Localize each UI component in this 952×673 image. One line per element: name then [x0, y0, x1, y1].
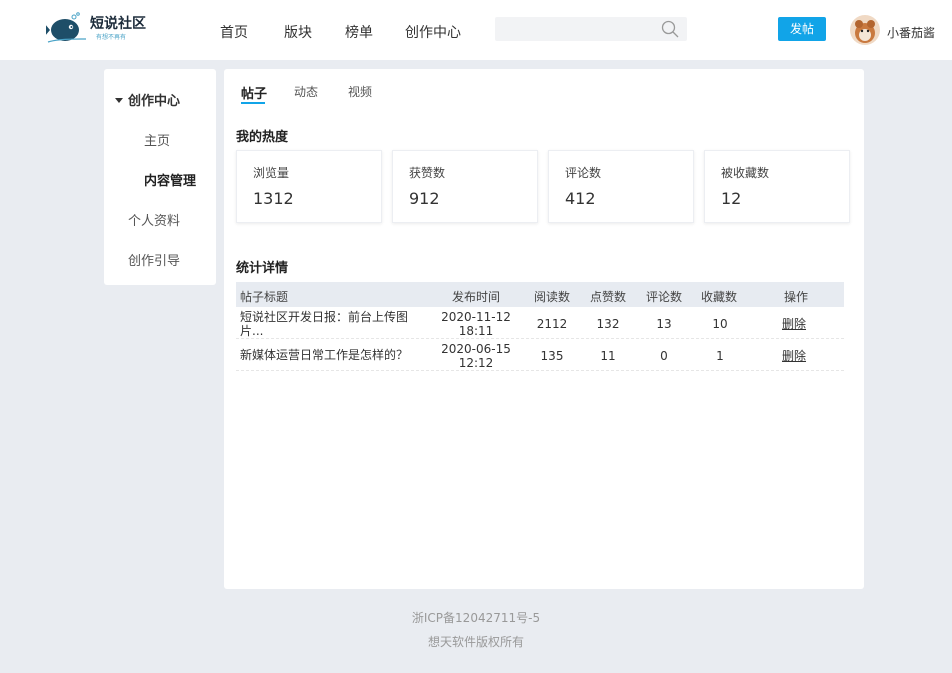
detail-section-title: 统计详情 [236, 261, 289, 276]
nav-creator-center[interactable]: 创作中心 [405, 22, 461, 42]
search-icon[interactable] [661, 20, 679, 38]
heat-section-title: 我的热度 [236, 130, 289, 145]
main-panel: 帖子 动态 视频 我的热度 浏览量 1312 获赞数 912 评论数 412 被… [224, 69, 864, 589]
nav-boards[interactable]: 版块 [284, 22, 312, 42]
column-header: 发布时间 [452, 290, 501, 304]
nav-rankings[interactable]: 榜单 [345, 22, 373, 42]
comment-count: 0 [660, 349, 668, 363]
footer-copyright: 想天软件版权所有 [427, 635, 524, 649]
table-row: 新媒体运营日常工作是怎样的？ 2020-06-15 12:12 135 11 0 … [236, 339, 844, 371]
search-input[interactable] [495, 17, 687, 41]
favorite-count: 10 [712, 317, 728, 331]
stat-card-comments: 评论数 412 [548, 150, 694, 223]
caret-down-icon [115, 98, 123, 103]
comment-count: 13 [656, 317, 672, 331]
post-button[interactable]: 发帖 [778, 17, 826, 41]
sidebar-group-creator-center[interactable]: 创作中心 [115, 90, 180, 109]
stat-value: 1312 [253, 189, 294, 208]
top-header: 短说社区 有想不再有 首页 版块 榜单 创作中心 发帖 小番茄酱 [0, 0, 952, 60]
logo-text: 短说社区 [90, 16, 146, 32]
column-header: 评论数 [646, 290, 683, 304]
column-header: 帖子标题 [240, 290, 289, 304]
read-count: 2112 [536, 317, 568, 331]
avatar[interactable] [850, 15, 880, 45]
column-header: 阅读数 [534, 290, 571, 304]
tab-videos[interactable]: 视频 [348, 83, 372, 100]
table-row: 短说社区开发日报：前台上传图片... 2020-11-12 18:11 2112 … [236, 307, 844, 339]
nav-home[interactable]: 首页 [220, 22, 248, 42]
creator-sidebar: 创作中心 主页 内容管理 个人资料 创作引导 [104, 69, 216, 285]
post-date: 2020-06-15 12:12 [440, 342, 512, 370]
favorite-count: 1 [716, 349, 724, 363]
sidebar-item-content-management[interactable]: 内容管理 [144, 170, 196, 189]
sidebar-group-label: 创作中心 [128, 94, 181, 109]
stat-label: 浏览量 [253, 166, 290, 180]
footer-icp[interactable]: 浙ICP备12042711号-5 [0, 609, 952, 626]
date-text: 2020-11-12 [441, 310, 511, 324]
sidebar-item-home[interactable]: 主页 [144, 130, 170, 149]
sidebar-item-creator-guide[interactable]: 创作引导 [128, 250, 180, 269]
date-text: 2020-06-15 [441, 342, 511, 356]
column-header: 点赞数 [590, 290, 627, 304]
tab-active-indicator [241, 102, 265, 104]
stat-card-favorites: 被收藏数 12 [704, 150, 850, 223]
like-count: 132 [596, 317, 620, 331]
avatar-image [850, 15, 880, 45]
stat-value: 12 [721, 189, 742, 208]
stat-label: 获赞数 [409, 166, 446, 180]
stat-value: 412 [565, 189, 596, 208]
tab-posts[interactable]: 帖子 [241, 83, 267, 102]
stat-value: 912 [409, 189, 440, 208]
delete-link[interactable]: 删除 [782, 317, 806, 331]
post-date: 2020-11-12 18:11 [440, 310, 512, 338]
time-text: 18:11 [458, 324, 494, 338]
sidebar-item-profile[interactable]: 个人资料 [128, 210, 180, 229]
stat-card-likes: 获赞数 912 [392, 150, 538, 223]
logo-slogan: 有想不再有 [96, 34, 127, 41]
time-text: 12:12 [458, 356, 494, 370]
tab-moments[interactable]: 动态 [294, 83, 318, 100]
column-header: 收藏数 [701, 290, 738, 304]
column-header: 操作 [784, 290, 809, 304]
stat-label: 评论数 [565, 166, 602, 180]
table-header: 帖子标题 发布时间 阅读数 点赞数 评论数 收藏数 操作 [236, 282, 844, 307]
stat-label: 被收藏数 [721, 166, 770, 180]
delete-link[interactable]: 删除 [782, 349, 806, 363]
stat-card-views: 浏览量 1312 [236, 150, 382, 223]
stats-table: 帖子标题 发布时间 阅读数 点赞数 评论数 收藏数 操作 短说社区开发日报：前台… [236, 282, 844, 371]
like-count: 11 [600, 349, 616, 363]
post-title[interactable]: 新媒体运营日常工作是怎样的？ [240, 348, 420, 362]
username[interactable]: 小番茄酱 [887, 24, 935, 41]
logo-fish-icon [46, 12, 86, 43]
site-logo[interactable]: 短说社区 有想不再有 [46, 12, 146, 48]
post-title[interactable]: 短说社区开发日报：前台上传图片... [240, 310, 420, 338]
read-count: 135 [540, 349, 564, 363]
